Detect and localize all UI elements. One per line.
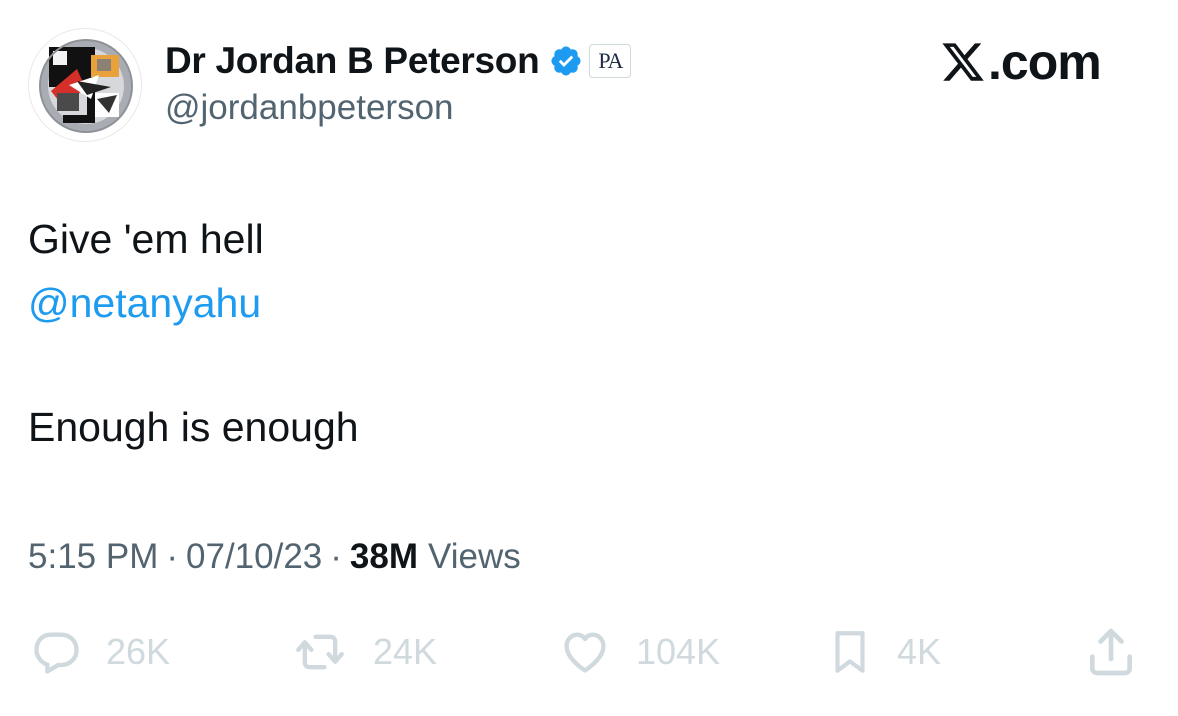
meta-separator: · [166,537,179,576]
like-button[interactable]: 104K [556,622,720,682]
views-count: 38M [349,537,419,576]
share-button[interactable] [1082,622,1140,682]
author-name-row: Dr Jordan B Peterson PA [165,38,632,84]
like-count: 104K [636,631,721,672]
tweet-time[interactable]: 5:15 PM [28,537,158,577]
x-brand: .com [938,32,1102,92]
retweet-button[interactable]: 24K [289,622,437,682]
tweet-text-line: Enough is enough [28,404,359,450]
bookmark-count: 4K [897,631,942,672]
tweet-text-line: Give 'em hell [28,216,264,262]
meta-separator: · [330,537,342,576]
mention-link[interactable]: @netanyahu [28,283,261,324]
avatar[interactable] [28,28,142,142]
share-icon [1090,628,1132,676]
abstract-avatar-icon [29,29,141,141]
reply-count: 26K [106,631,171,672]
action-bar: 26K 24K 104K 4K [0,622,1178,682]
x-brand-text: .com [988,34,1102,90]
reply-icon [34,632,79,674]
affiliate-badge[interactable]: PA [589,44,632,78]
tweet-date[interactable]: 07/10/23 [186,537,322,577]
reply-button[interactable]: 26K [28,622,170,682]
x-logo-icon [942,43,984,81]
bookmark-button[interactable]: 4K [825,622,941,682]
tweet-meta: 5:15 PM · 07/10/23 · 38M Views [28,537,521,577]
views-label: Views [428,537,521,576]
retweet-icon [296,634,344,670]
verified-badge-icon [551,46,581,76]
heart-icon [564,632,606,673]
author-display-name[interactable]: Dr Jordan B Peterson [165,40,540,82]
author-handle[interactable]: @jordanbpeterson [165,88,454,128]
retweet-count: 24K [373,631,438,672]
bookmark-icon [835,631,865,673]
